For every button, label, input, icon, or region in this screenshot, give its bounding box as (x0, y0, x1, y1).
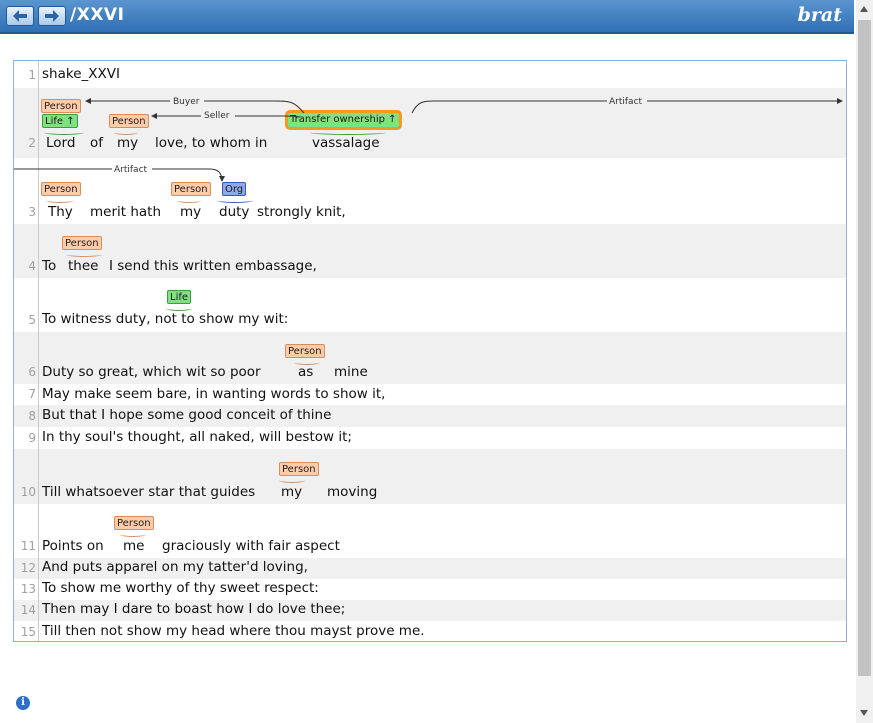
token[interactable]: moving (327, 484, 377, 500)
vertical-scrollbar[interactable] (856, 0, 873, 723)
span-label-transfer-ownership[interactable]: Transfer ownership ↑ (285, 110, 402, 130)
span-bracket (166, 306, 192, 311)
span-bracket (66, 252, 102, 257)
arrow-left-icon (13, 10, 27, 22)
forward-button[interactable] (38, 6, 66, 26)
token[interactable]: To (42, 258, 56, 274)
token[interactable]: graciously with fair aspect (162, 538, 340, 554)
span-bracket (120, 532, 146, 537)
scroll-thumb[interactable] (858, 20, 871, 676)
scroll-down-arrow[interactable] (860, 710, 868, 716)
span-label-person[interactable]: Person (114, 516, 154, 530)
line-number: 2 (28, 136, 36, 150)
line-number: 15 (20, 625, 36, 639)
sentence-text[interactable]: Then may I dare to boast how I do love t… (42, 601, 345, 617)
span-label-life[interactable]: Life ↑ (42, 114, 78, 128)
sentence-row (14, 61, 846, 88)
annotation-document: 1 2 3 4 5 6 7 8 9 10 11 12 13 14 15 shak… (13, 60, 847, 642)
span-bracket (46, 198, 74, 203)
token[interactable]: Till whatsoever star that guides (42, 484, 255, 500)
line-number: 7 (28, 387, 36, 401)
line-number: 1 (28, 68, 36, 82)
brat-logo: brat (797, 4, 842, 26)
token[interactable]: mine (334, 364, 368, 380)
span-bracket (217, 198, 253, 203)
line-number: 6 (28, 365, 36, 379)
span-label-person[interactable]: Person (41, 182, 81, 196)
token[interactable]: Duty so great, which wit so poor (42, 364, 261, 380)
span-bracket (114, 130, 138, 135)
info-icon[interactable]: i (16, 696, 30, 710)
document-path[interactable]: /XXVI (70, 5, 124, 25)
token[interactable]: duty (219, 204, 249, 220)
span-bracket (279, 478, 305, 483)
span-label-life[interactable]: Life (167, 290, 192, 304)
span-bracket (310, 130, 386, 135)
line-number: 5 (28, 313, 36, 327)
header-bar: /XXVI brat (0, 0, 854, 34)
line-number: 10 (20, 485, 36, 499)
sentence-text[interactable]: To show me worthy of thy sweet respect: (42, 580, 319, 596)
sentence-text[interactable]: Till then not show my head where thou ma… (42, 623, 425, 639)
span-label-person[interactable]: Person (109, 114, 149, 128)
sentence-text[interactable]: And puts apparel on my tatter'd loving, (42, 559, 308, 575)
line-number: 4 (28, 259, 36, 273)
token[interactable]: of (90, 135, 103, 151)
line-number: 11 (20, 539, 36, 553)
token[interactable]: Points on (42, 538, 104, 554)
span-label-person[interactable]: Person (279, 462, 319, 476)
sentence-text[interactable]: But that I hope some good conceit of thi… (42, 407, 331, 423)
token[interactable]: thee (68, 258, 98, 274)
token[interactable]: vassalage (312, 135, 380, 151)
line-number: 12 (20, 561, 36, 575)
scroll-up-arrow[interactable] (860, 6, 868, 12)
token[interactable]: Lord (46, 135, 75, 151)
sentence-text[interactable]: shake_XXVI (42, 66, 120, 82)
span-label-org[interactable]: Org (222, 182, 247, 196)
span-bracket (177, 198, 201, 203)
sentence-text[interactable]: In thy soul's thought, all naked, will b… (42, 429, 352, 445)
token[interactable]: Thy (48, 204, 73, 220)
token[interactable]: strongly knit, (257, 204, 346, 220)
span-label-person[interactable]: Person (41, 99, 81, 113)
token[interactable]: my (180, 204, 201, 220)
arrow-right-icon (45, 10, 59, 22)
span-bracket (44, 130, 84, 135)
sentence-text[interactable]: May make seem bare, in wanting words to … (42, 386, 385, 402)
line-number: 9 (28, 431, 36, 445)
span-label-person[interactable]: Person (285, 344, 325, 358)
token[interactable]: love, to whom in (155, 135, 267, 151)
gutter-divider (38, 61, 39, 641)
token[interactable]: my (117, 135, 138, 151)
token[interactable]: merit hath (90, 204, 161, 220)
token[interactable]: as (298, 364, 313, 380)
span-label-person[interactable]: Person (62, 236, 102, 250)
span-label-person[interactable]: Person (171, 182, 211, 196)
line-number: 3 (28, 205, 36, 219)
token[interactable]: me (123, 538, 144, 554)
line-number: 14 (20, 603, 36, 617)
line-number: 13 (20, 582, 36, 596)
back-button[interactable] (6, 6, 34, 26)
line-number: 8 (28, 409, 36, 423)
span-bracket (294, 360, 320, 365)
sentence-text[interactable]: To witness duty, not to show my wit: (42, 311, 288, 327)
token[interactable]: my (281, 484, 302, 500)
token[interactable]: I send this written embassage, (109, 258, 317, 274)
